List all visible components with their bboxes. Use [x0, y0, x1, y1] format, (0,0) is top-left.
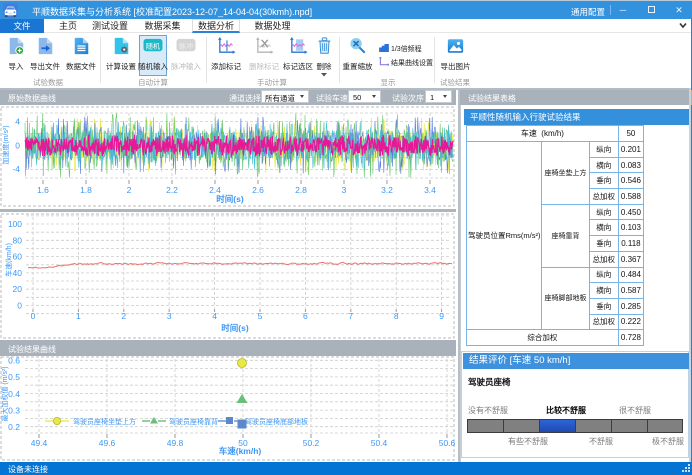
svg-text:随机: 随机: [146, 41, 160, 50]
svg-text:0: 0: [17, 301, 22, 311]
svg-text:50.2: 50.2: [303, 438, 320, 448]
svg-text:0.6: 0.6: [8, 356, 20, 366]
svg-text:驾驶员座椅底部地板: 驾驶员座椅底部地板: [245, 417, 308, 426]
svg-text:1: 1: [76, 311, 81, 321]
svg-text:4: 4: [212, 311, 217, 321]
svg-text:2.6: 2.6: [252, 185, 264, 195]
svg-text:3.2: 3.2: [381, 185, 393, 195]
svg-text:4: 4: [15, 117, 20, 127]
svg-text:80: 80: [13, 235, 23, 245]
svg-text:50.6: 50.6: [439, 438, 456, 448]
svg-text:时间(s): 时间(s): [216, 194, 244, 204]
svg-text:车速(km/h): 车速(km/h): [4, 243, 13, 277]
svg-text:加速度(m/s²): 加速度(m/s²): [1, 125, 10, 164]
svg-text:脉冲: 脉冲: [179, 41, 193, 50]
svg-text:49.8: 49.8: [167, 438, 184, 448]
svg-text:8: 8: [394, 311, 399, 321]
svg-text:0: 0: [31, 311, 36, 321]
svg-text:0.2: 0.2: [8, 422, 20, 432]
svg-text:6: 6: [303, 311, 308, 321]
svg-text:3: 3: [342, 185, 347, 195]
svg-text:2.2: 2.2: [166, 185, 178, 195]
svg-text:9: 9: [439, 311, 444, 321]
svg-text:0: 0: [15, 141, 20, 151]
svg-text:-4: -4: [12, 164, 20, 174]
svg-text:车速(km/h): 车速(km/h): [219, 446, 262, 456]
svg-text:时间(s): 时间(s): [221, 323, 249, 333]
svg-text:49.4: 49.4: [31, 438, 48, 448]
svg-text:5: 5: [258, 311, 263, 321]
svg-text:40: 40: [13, 268, 23, 278]
svg-text:0.5: 0.5: [8, 372, 20, 382]
svg-text:3.4: 3.4: [424, 185, 436, 195]
svg-text:驾驶员座椅靠背: 驾驶员座椅靠背: [169, 417, 218, 426]
svg-text:20: 20: [13, 284, 23, 294]
svg-text:1.6: 1.6: [37, 185, 49, 195]
svg-text:7: 7: [348, 311, 353, 321]
svg-text:1.8: 1.8: [80, 185, 92, 195]
svg-text:0.3: 0.3: [8, 405, 20, 415]
svg-text:2.8: 2.8: [295, 185, 307, 195]
svg-text:2: 2: [127, 185, 132, 195]
svg-text:驾驶员座椅坐垫上方: 驾驶员座椅坐垫上方: [73, 417, 136, 426]
svg-text:最大加权值 (m/s²): 最大加权值 (m/s²): [0, 366, 9, 421]
svg-text:50.4: 50.4: [371, 438, 388, 448]
svg-text:100: 100: [8, 219, 22, 229]
svg-text:3: 3: [167, 311, 172, 321]
svg-text:49.6: 49.6: [99, 438, 116, 448]
svg-text:2: 2: [121, 311, 126, 321]
svg-text:0.4: 0.4: [8, 389, 20, 399]
svg-text:60: 60: [13, 252, 23, 262]
